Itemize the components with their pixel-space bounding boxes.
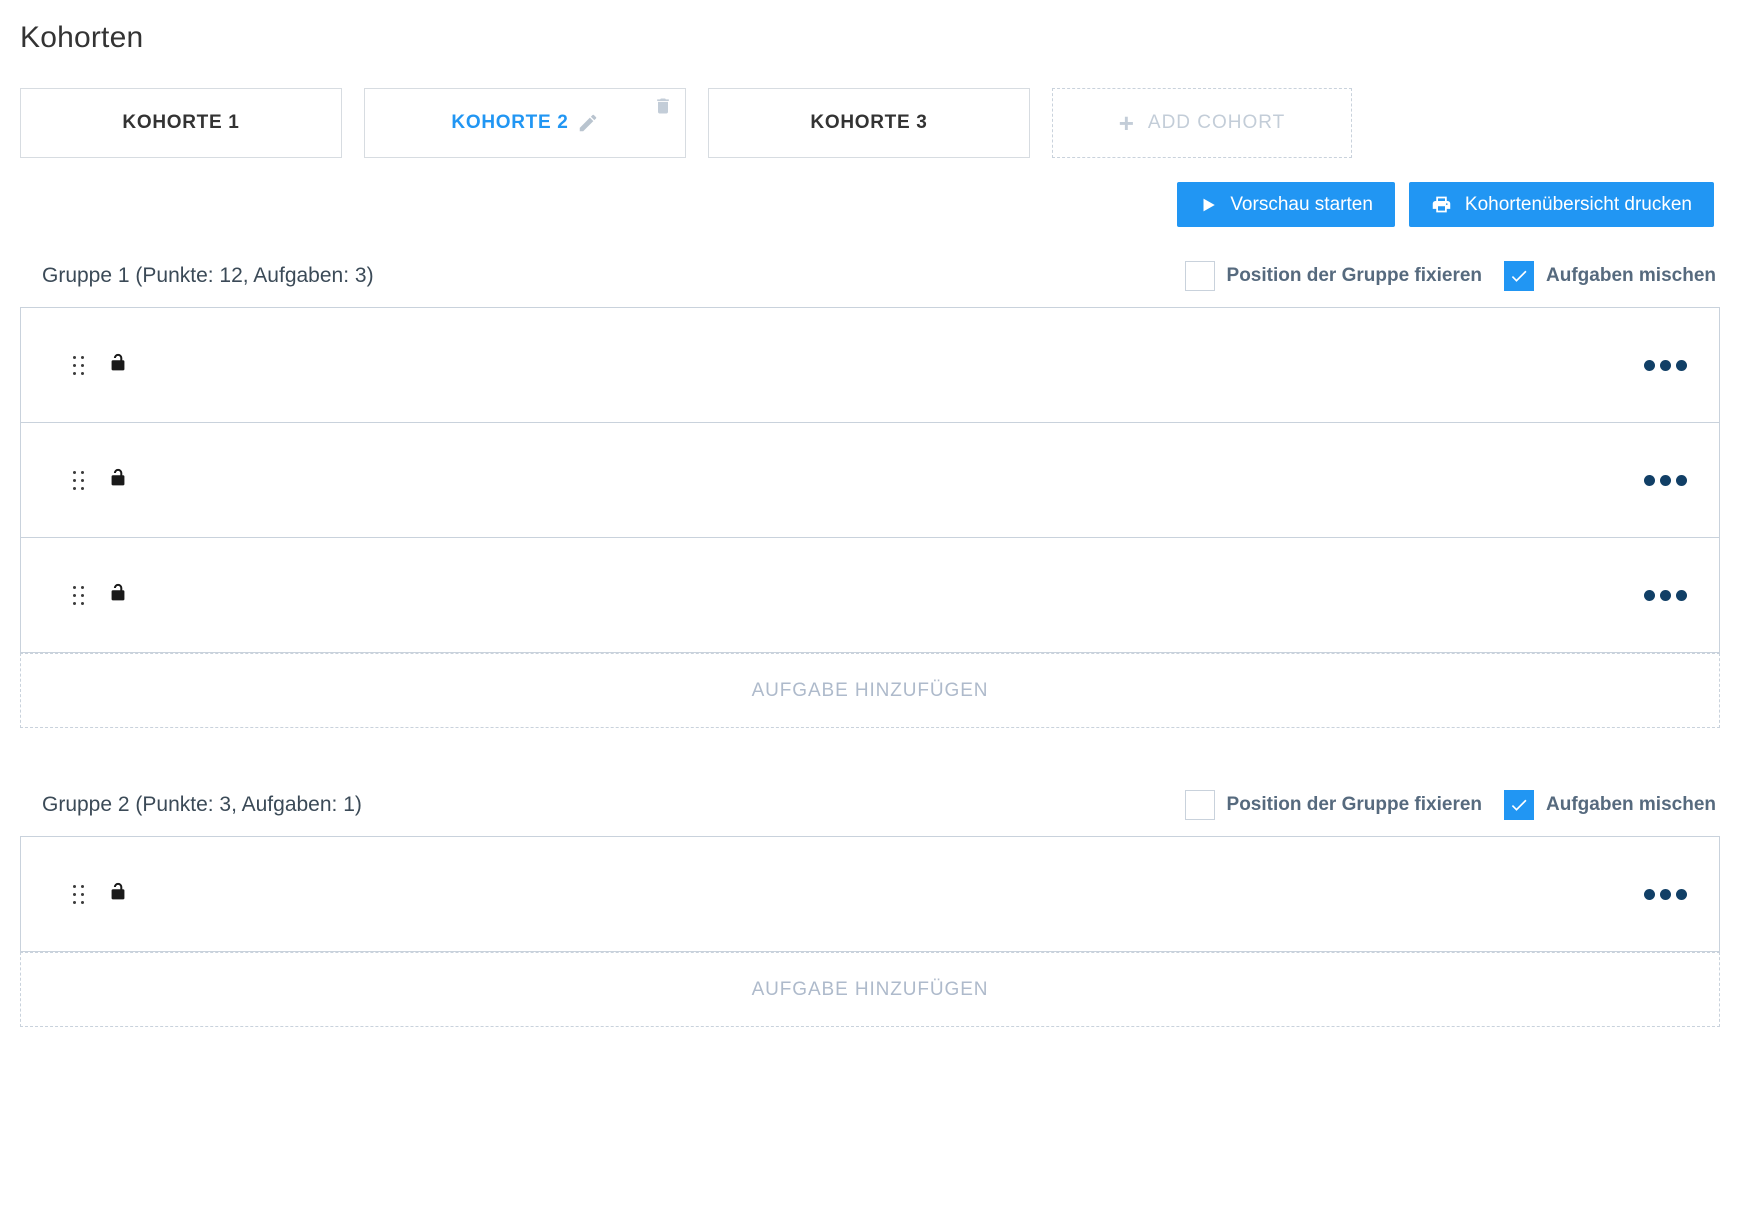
cohort-tab-3[interactable]: KOHORTE 3 [708,88,1030,158]
start-preview-label: Vorschau starten [1230,193,1373,215]
print-cohort-overview-button[interactable]: Kohortenübersicht drucken [1408,182,1714,227]
group-2-fix-position-label: Position der Gruppe fixieren [1226,794,1483,815]
task-row-controls [73,580,129,611]
table-row[interactable] [21,837,1719,952]
task-row-controls [73,879,129,910]
page-title: Kohorten [20,21,144,54]
table-row[interactable] [21,538,1719,653]
group-2-fix-position-checkbox[interactable]: Position der Gruppe fixieren [1184,790,1483,820]
print-cohort-overview-label: Kohortenübersicht drucken [1464,193,1692,215]
cohort-tab-3-label: KOHORTE 3 [810,112,928,133]
cohort-tab-2[interactable]: KOHORTE 2 [364,88,686,158]
group-2-options: Position der Gruppe fixieren Aufgaben mi… [1184,790,1716,820]
group-1-fix-position-label: Position der Gruppe fixieren [1226,265,1483,286]
cohort-tab-2-label: KOHORTE 2 [451,112,569,133]
kebab-menu-icon[interactable] [1640,469,1691,492]
plus-icon: + [1118,108,1134,138]
pencil-icon[interactable] [577,112,599,134]
add-cohort-button[interactable]: + ADD COHORT [1052,88,1352,158]
start-preview-button[interactable]: Vorschau starten [1177,182,1395,227]
checkbox-box-checked [1504,261,1535,291]
group-2-title: Gruppe 2 (Punkte: 3, Aufgaben: 1) [42,793,362,816]
cohorts-page: Kohorten KOHORTE 1 KOHORTE 2 KOHORTE 3 + [0,0,1740,1219]
kebab-menu-icon[interactable] [1640,883,1691,906]
group-1-options: Position der Gruppe fixieren Aufgaben mi… [1184,261,1716,291]
action-button-row: Vorschau starten Kohortenübersicht druck… [20,182,1720,227]
group-1-fix-position-checkbox[interactable]: Position der Gruppe fixieren [1184,261,1483,291]
group-1-shuffle-tasks-label: Aufgaben mischen [1546,265,1716,286]
play-icon [1199,195,1217,215]
drag-handle-icon[interactable] [73,586,87,605]
drag-handle-icon[interactable] [73,471,87,490]
group-1-add-task-label: AUFGABE HINZUFÜGEN [751,679,989,701]
printer-icon [1431,194,1452,215]
group-2-header: Gruppe 2 (Punkte: 3, Aufgaben: 1) Positi… [20,790,1720,820]
group-block-1: Gruppe 1 (Punkte: 12, Aufgaben: 3) Posit… [20,261,1720,728]
kebab-menu-icon[interactable] [1640,584,1691,607]
group-1-add-task-button[interactable]: AUFGABE HINZUFÜGEN [20,653,1720,728]
group-2-shuffle-tasks-checkbox[interactable]: Aufgaben mischen [1504,790,1716,820]
drag-handle-icon[interactable] [73,885,87,904]
kebab-menu-icon[interactable] [1640,354,1691,377]
group-1-shuffle-tasks-checkbox[interactable]: Aufgaben mischen [1504,261,1716,291]
group-block-2: Gruppe 2 (Punkte: 3, Aufgaben: 1) Positi… [20,790,1720,1027]
table-row[interactable] [21,423,1719,538]
cohort-tab-1-label: KOHORTE 1 [122,112,240,133]
group-2-shuffle-tasks-label: Aufgaben mischen [1546,794,1716,815]
unlock-icon[interactable] [107,580,129,611]
group-2-add-task-button[interactable]: AUFGABE HINZUFÜGEN [20,952,1720,1027]
checkbox-box-unchecked [1184,790,1215,820]
cohort-tab-strip: KOHORTE 1 KOHORTE 2 KOHORTE 3 + ADD COHO… [20,88,1720,158]
drag-handle-icon[interactable] [73,356,87,375]
unlock-icon[interactable] [107,465,129,496]
group-2-add-task-label: AUFGABE HINZUFÜGEN [751,978,989,1000]
trash-icon[interactable] [653,95,673,117]
unlock-icon[interactable] [107,350,129,381]
group-2-task-list [20,836,1720,952]
table-row[interactable] [21,308,1719,423]
cohort-tab-1[interactable]: KOHORTE 1 [20,88,342,158]
checkbox-box-checked [1504,790,1535,820]
group-1-task-list [20,307,1720,653]
task-row-controls [73,350,129,381]
unlock-icon[interactable] [107,879,129,910]
group-1-title: Gruppe 1 (Punkte: 12, Aufgaben: 3) [42,264,374,287]
add-cohort-label: ADD COHORT [1147,112,1286,133]
task-row-controls [73,465,129,496]
group-1-header: Gruppe 1 (Punkte: 12, Aufgaben: 3) Posit… [20,261,1720,291]
checkbox-box-unchecked [1184,261,1215,291]
